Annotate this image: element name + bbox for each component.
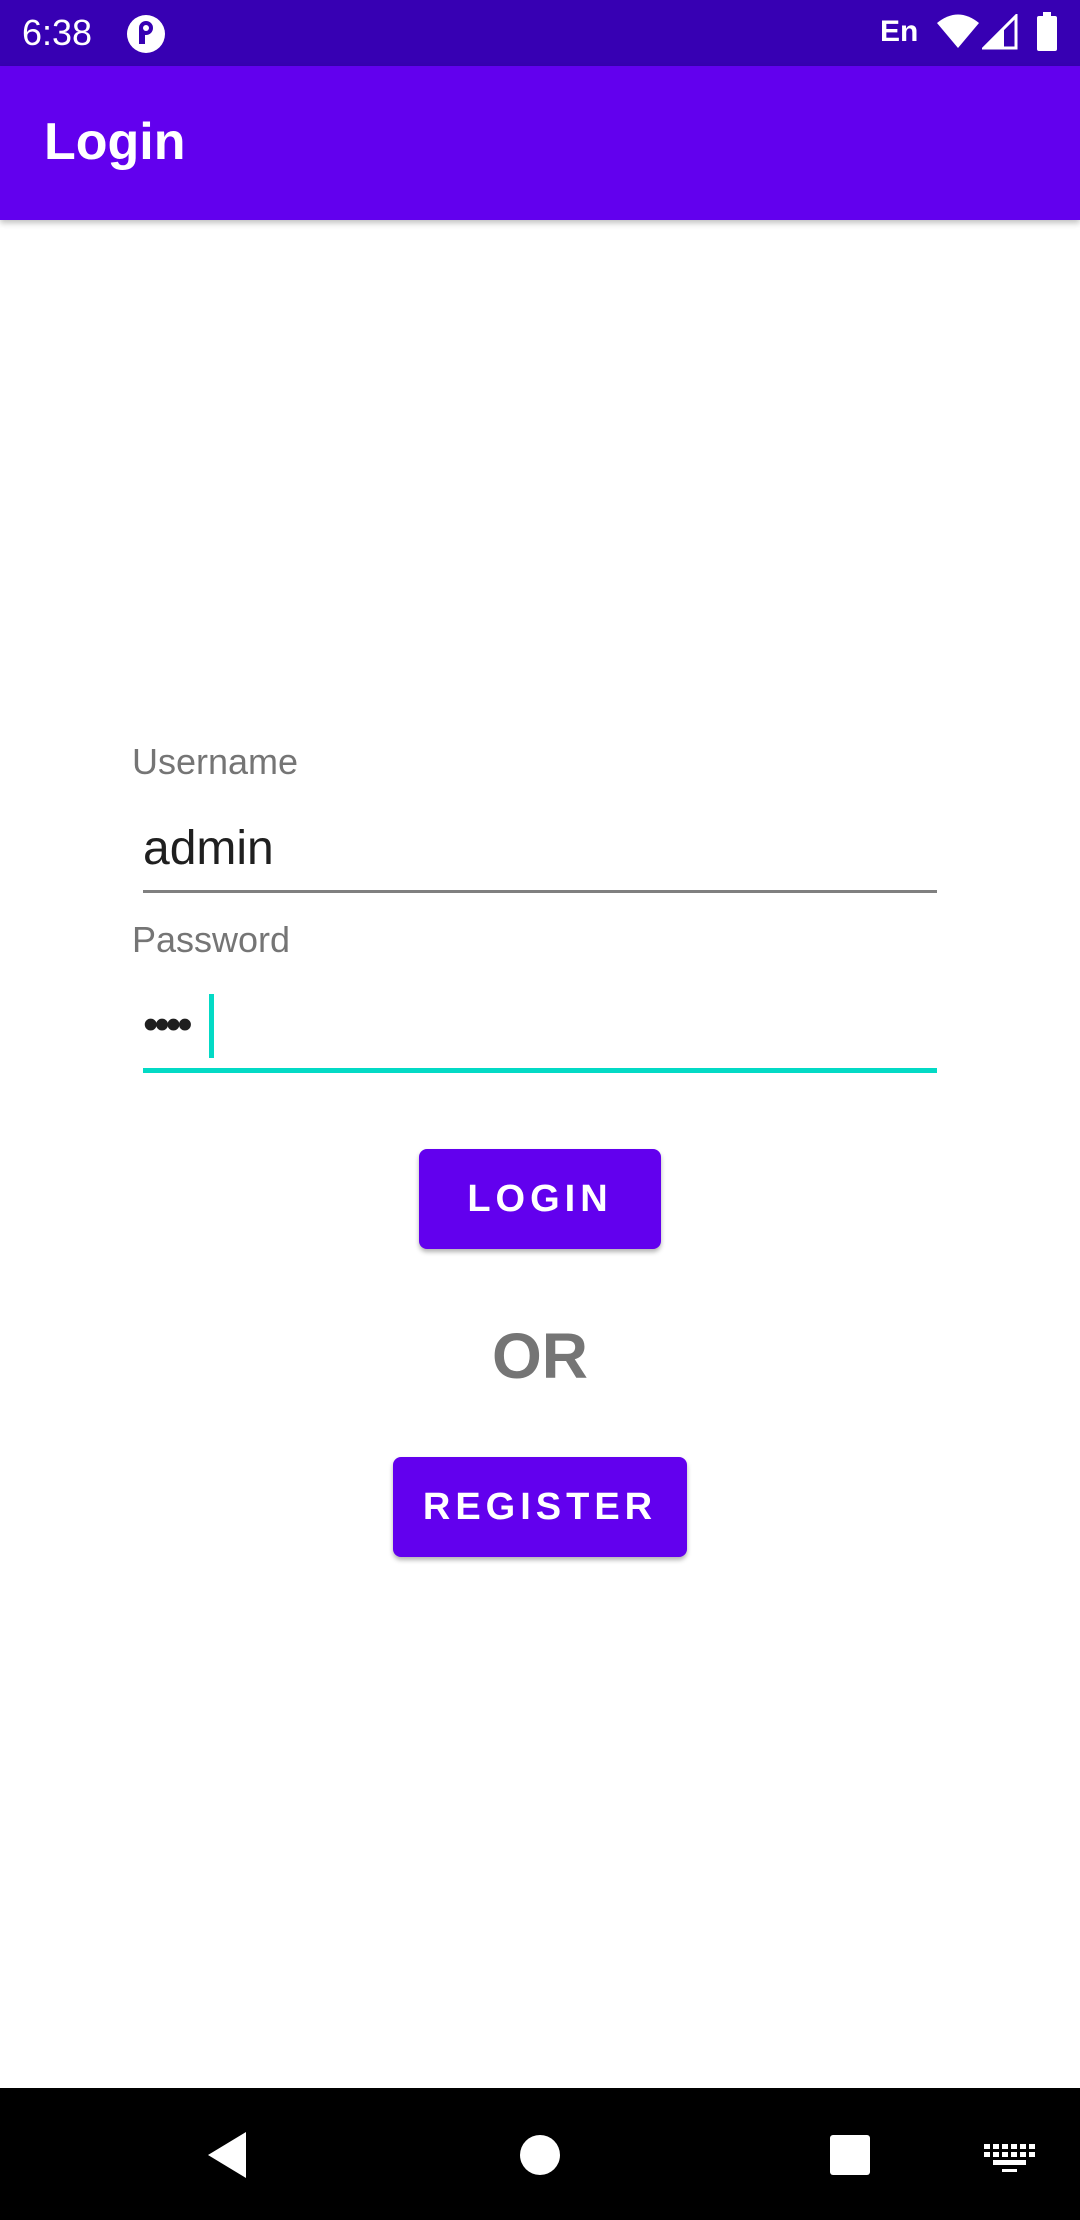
app-bar: Login xyxy=(0,66,1080,220)
or-divider-text: OR xyxy=(492,1320,588,1392)
page-title: Login xyxy=(44,113,186,171)
username-label: Username xyxy=(132,741,299,782)
username-field[interactable]: admin xyxy=(143,800,937,893)
back-icon[interactable] xyxy=(190,2088,270,2220)
keyboard-language-indicator: En xyxy=(880,15,919,48)
username-value: admin xyxy=(143,822,274,875)
recents-icon[interactable] xyxy=(810,2088,890,2220)
battery-icon xyxy=(1037,12,1057,51)
status-bar: 6:38 En xyxy=(0,0,1080,66)
wifi-icon xyxy=(937,14,979,48)
password-value: •••• xyxy=(143,1000,193,1049)
text-cursor xyxy=(209,994,214,1058)
login-screen: 6:38 En Login Username admin Password ••… xyxy=(0,0,1080,2220)
app-notification-icon xyxy=(127,15,165,53)
password-label: Password xyxy=(132,919,291,960)
keyboard-icon[interactable] xyxy=(978,2088,1038,2220)
password-field[interactable]: •••• xyxy=(143,978,937,1073)
status-time: 6:38 xyxy=(22,12,93,53)
cell-signal-icon xyxy=(982,14,1018,50)
home-icon[interactable] xyxy=(500,2088,580,2220)
register-button[interactable]: REGISTER xyxy=(393,1457,687,1557)
navigation-bar xyxy=(0,2088,1080,2220)
login-button[interactable]: LOGIN xyxy=(419,1149,661,1249)
